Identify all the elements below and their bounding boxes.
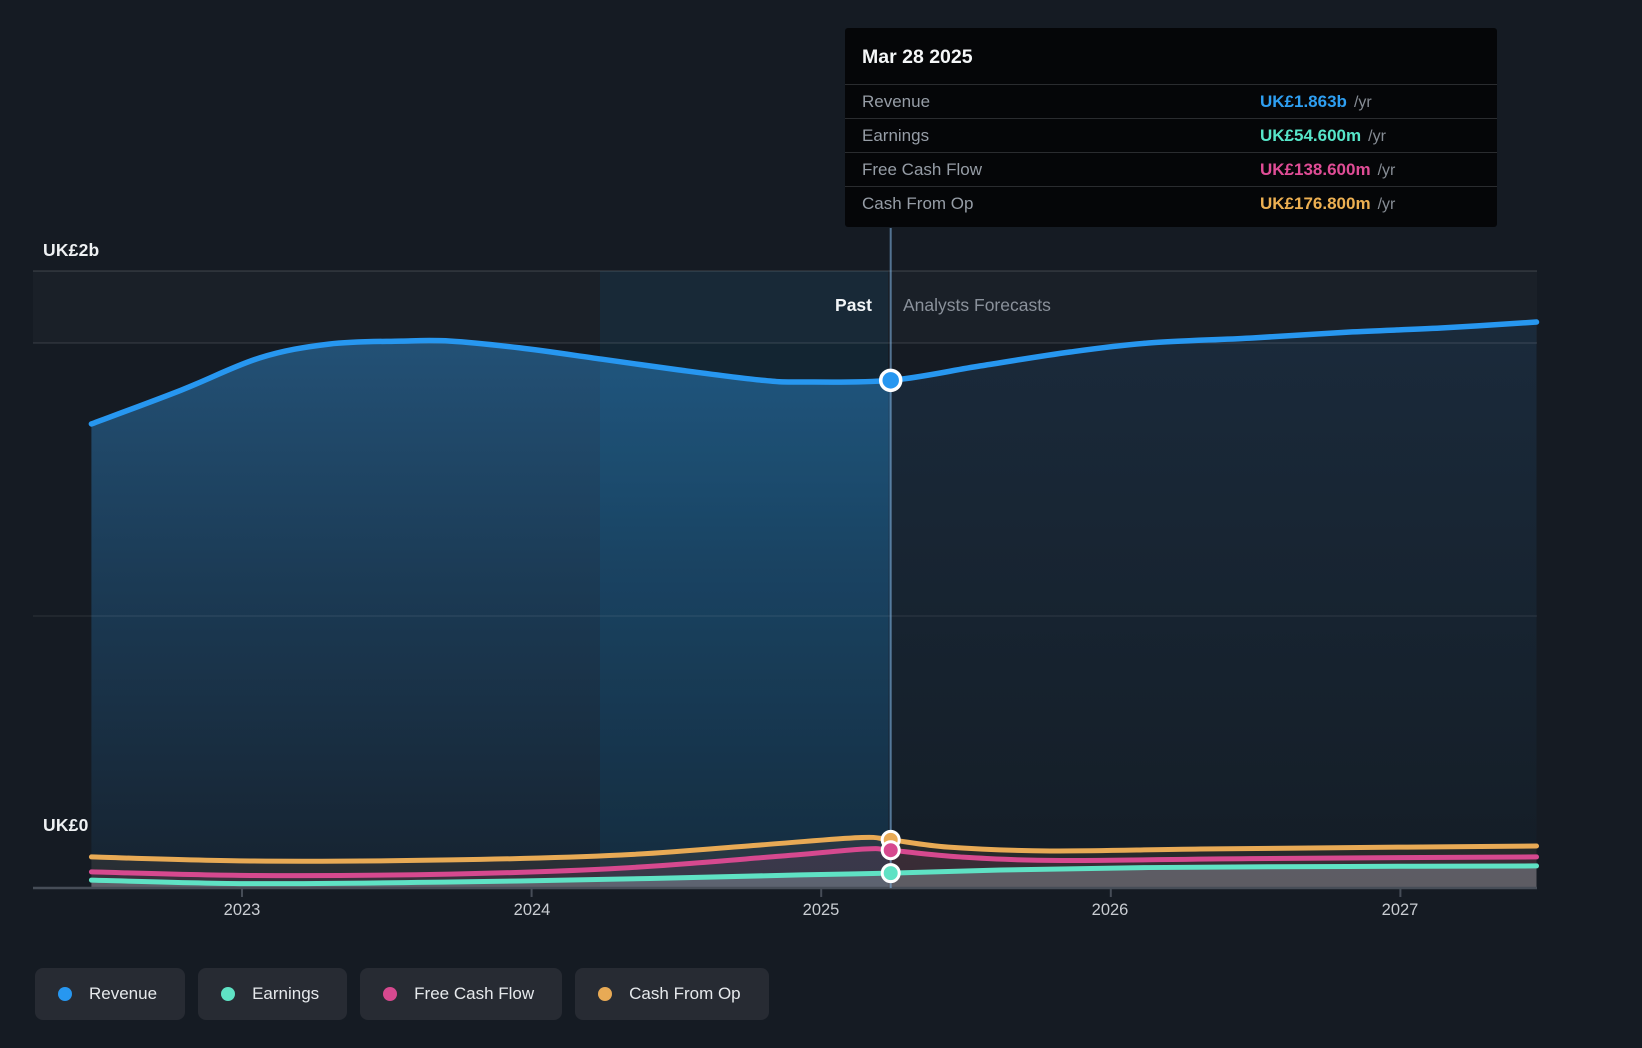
x-tick-label-2024: 2024 (513, 901, 551, 919)
x-tick-label-2026: 2026 (1091, 901, 1129, 919)
earnings-marker-dot (880, 863, 901, 884)
x-axis (33, 886, 1537, 897)
cash-from-op-dot-icon (598, 987, 613, 1001)
x-tick-label-2025: 2025 (802, 901, 840, 919)
x-axis-ticks (241, 889, 1402, 897)
legend-label: Revenue (89, 984, 158, 1003)
tooltip-row-value: UK£138.600m (1260, 160, 1371, 179)
fcf-marker-dot (880, 840, 901, 861)
tooltip-date: Mar 28 2025 (862, 46, 973, 68)
tooltip-row-label: Cash From Op (862, 194, 974, 213)
tooltip-row-revenue: Revenue UK£1.863b/yr (845, 84, 1497, 118)
revenue-marker-dot (878, 368, 903, 393)
tooltip-row-label: Earnings (862, 126, 930, 145)
tooltip-row-value: UK£176.800m (1260, 194, 1371, 213)
tooltip-row-unit: /yr (1368, 128, 1386, 145)
tooltip-row-label: Free Cash Flow (862, 160, 982, 179)
y-axis-label-zero: UK£0 (43, 815, 89, 835)
earnings-revenue-growth-chart: UK£2b UK£0 Past Analysts Forecasts 2023 … (0, 0, 1642, 1048)
tooltip-row-unit: /yr (1377, 196, 1396, 213)
legend-label: Earnings (252, 984, 320, 1003)
legend-item-revenue[interactable]: Revenue (35, 968, 186, 1020)
tooltip-row-unit: /yr (1377, 162, 1396, 179)
y-axis-label-top: UK£2b (43, 240, 100, 260)
tooltip-row-earnings: Earnings UK£54.600m/yr (845, 118, 1497, 152)
tooltip-row-free-cash-flow: Free Cash Flow UK£138.600m/yr (845, 152, 1497, 186)
tooltip-row-value: UK£1.863b (1260, 92, 1347, 111)
x-tick-label-2027: 2027 (1381, 901, 1419, 919)
hover-tooltip: Mar 28 2025 Revenue UK£1.863b/yr Earning… (845, 28, 1497, 227)
earnings-dot-icon (221, 987, 236, 1001)
free-cash-flow-dot-icon (383, 987, 398, 1001)
legend: Revenue Earnings Free Cash Flow Cash Fro… (35, 968, 769, 1020)
legend-item-earnings[interactable]: Earnings (198, 968, 348, 1020)
legend-label: Cash From Op (629, 984, 741, 1003)
past-region-label: Past (835, 295, 872, 315)
revenue-forecast-area (890, 322, 1537, 889)
tooltip-row-cash-from-op: Cash From Op UK£176.800m/yr (845, 186, 1497, 220)
legend-item-cash-from-op[interactable]: Cash From Op (575, 968, 769, 1020)
tooltip-row-label: Revenue (862, 92, 931, 111)
forecast-region-label: Analysts Forecasts (903, 295, 1051, 315)
revenue-dot-icon (58, 987, 72, 1001)
legend-label: Free Cash Flow (414, 984, 535, 1003)
tooltip-row-unit: /yr (1353, 94, 1372, 111)
x-tick-label-2023: 2023 (223, 901, 261, 919)
tooltip-row-value: UK£54.600m (1260, 126, 1362, 145)
legend-item-free-cash-flow[interactable]: Free Cash Flow (360, 968, 563, 1020)
